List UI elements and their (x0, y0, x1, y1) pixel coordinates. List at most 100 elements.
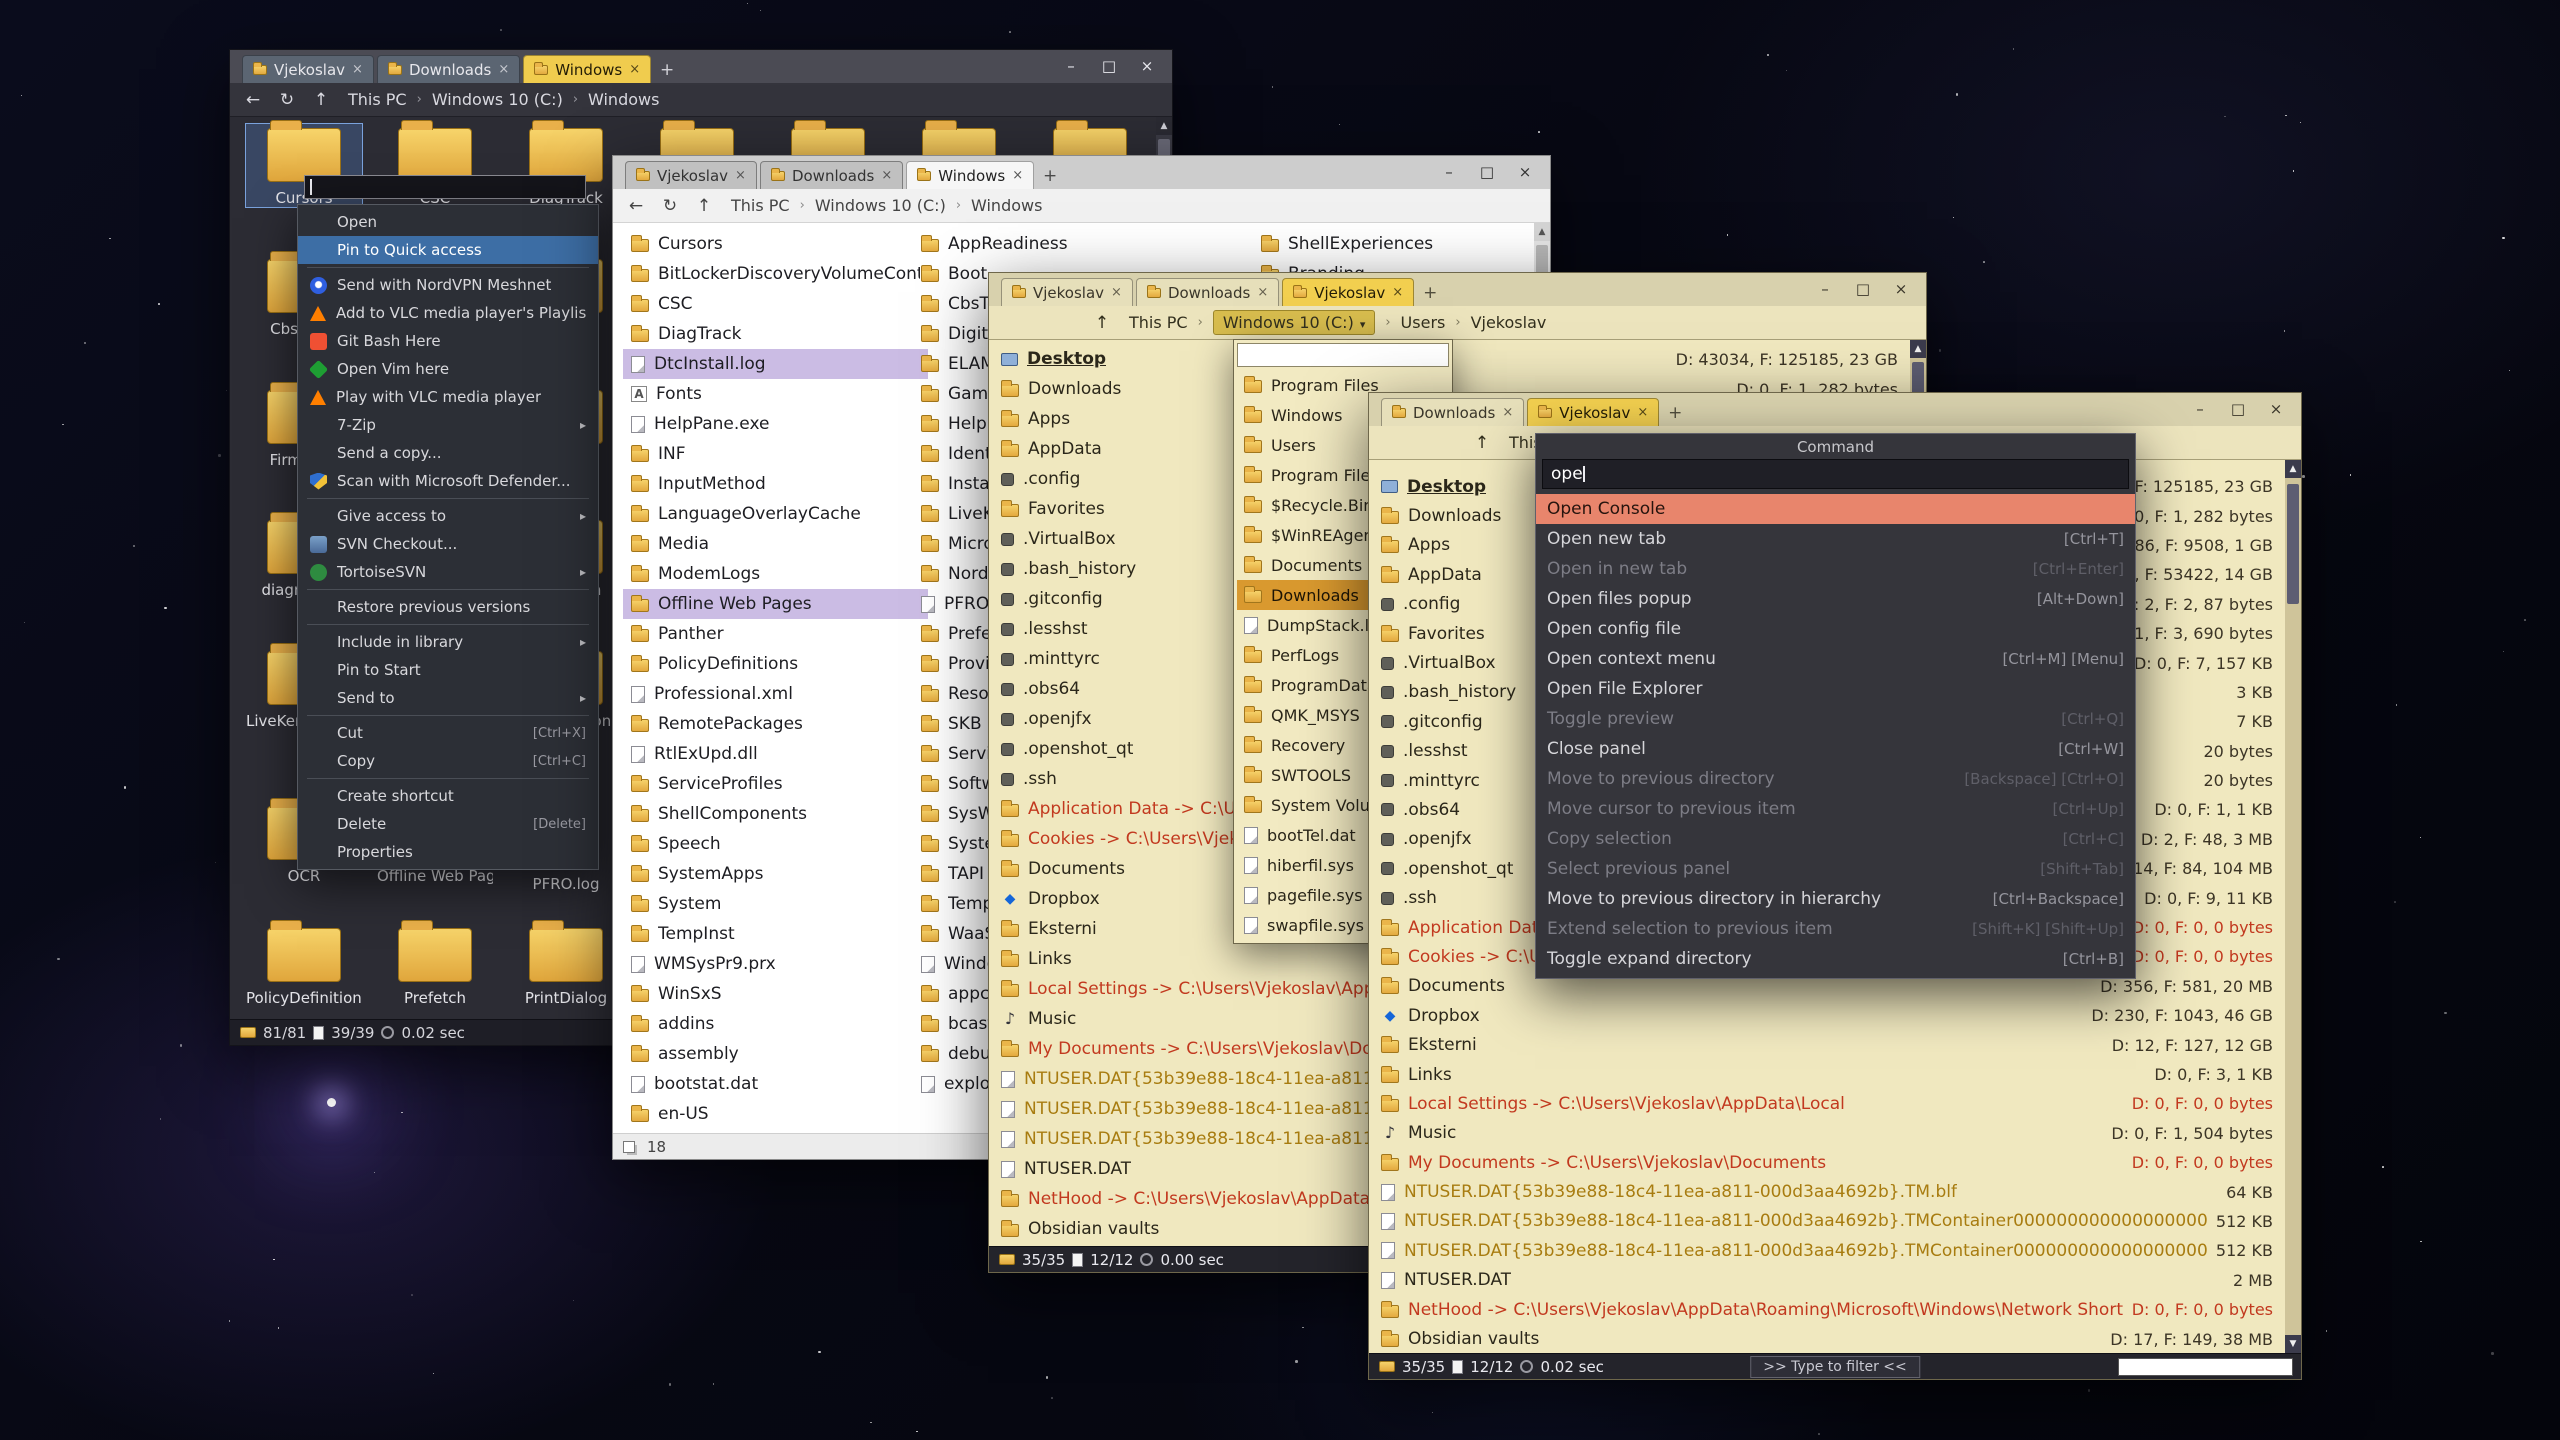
file-row-wmsyspr9-prx[interactable]: WMSysPr9.prx (623, 949, 928, 979)
tab-downloads[interactable]: Downloads× (1136, 278, 1279, 306)
breadcrumb-windows[interactable]: Windows (588, 90, 659, 109)
file-row-en-us[interactable]: en-US (623, 1099, 928, 1129)
close-button[interactable]: × (2257, 397, 2295, 422)
command-move-to-previous-directory[interactable]: Move to previous directory[Backspace] [C… (1536, 764, 2135, 794)
menu-item-open-vim-here[interactable]: Open Vim here (298, 355, 598, 383)
new-tab-button[interactable]: + (1037, 163, 1063, 189)
file-row-shellexperiences[interactable]: ShellExperiences (1253, 229, 1550, 259)
win2-titlebar[interactable]: Vjekoslav×Downloads×Windows×+ –□× (613, 156, 1550, 189)
breadcrumb-this-pc[interactable]: This PC (731, 196, 790, 215)
breadcrumb-users[interactable]: Users (1401, 313, 1446, 332)
file-row-ntuser-dat[interactable]: NTUSER.DAT2 MB (1369, 1266, 2285, 1295)
menu-item-svn-checkout[interactable]: SVN Checkout... (298, 530, 598, 558)
file-row-cursors[interactable]: Cursors (623, 229, 928, 259)
win1-titlebar[interactable]: Vjekoslav×Downloads×Windows×+ –□× (230, 50, 1172, 83)
command-select-previous-panel[interactable]: Select previous panel[Shift+Tab] (1536, 854, 2135, 884)
refresh-button[interactable]: ↻ (274, 90, 300, 110)
file-row-assembly[interactable]: assembly (623, 1039, 928, 1069)
breadcrumb-windows[interactable]: Windows (971, 196, 1042, 215)
file-row-bitlockerdiscoveryvolumecontents[interactable]: BitLockerDiscoveryVolumeContents (623, 259, 928, 289)
file-row-dtcinstall-log[interactable]: DtcInstall.log (623, 349, 928, 379)
tab-vjekoslav[interactable]: Vjekoslav× (1282, 278, 1414, 306)
tab-windows[interactable]: Windows× (523, 55, 651, 83)
tab-close-icon[interactable]: × (1012, 168, 1023, 183)
file-row-winsxs[interactable]: WinSxS (623, 979, 928, 1009)
close-button[interactable]: × (1882, 277, 1920, 302)
menu-item-add-to-vlc-media-player-s-playlist[interactable]: Add to VLC media player's Playlist (298, 299, 598, 327)
breadcrumb-this-pc[interactable]: This PC (348, 90, 407, 109)
file-row-rtlexupd-dll[interactable]: RtlExUpd.dll (623, 739, 928, 769)
maximize-button[interactable]: □ (1468, 160, 1506, 185)
menu-item-pin-to-quick-access[interactable]: Pin to Quick access (298, 236, 598, 264)
file-row-dropbox[interactable]: ◆DropboxD: 230, F: 1043, 46 GB (1369, 1001, 2285, 1030)
breadcrumb-windows-10-c[interactable]: Windows 10 (C:) (432, 90, 563, 109)
dropdown-filter-input[interactable] (1237, 343, 1449, 367)
file-row-local-settings[interactable]: Local Settings -> C:\Users\Vjekoslav\App… (1369, 1089, 2285, 1118)
up-button[interactable]: ↑ (1089, 313, 1115, 333)
tab-close-icon[interactable]: × (1257, 285, 1268, 300)
file-row-policydefinitions[interactable]: PolicyDefinitions (623, 649, 928, 679)
win3-titlebar[interactable]: Vjekoslav×Downloads×Vjekoslav×+ –□× (989, 273, 1926, 306)
scroll-thumb[interactable] (2287, 484, 2299, 604)
tab-vjekoslav[interactable]: Vjekoslav× (625, 161, 757, 189)
menu-item-properties[interactable]: Properties (298, 838, 598, 866)
command-open-context-menu[interactable]: Open context menu[Ctrl+M] [Menu] (1536, 644, 2135, 674)
back-button[interactable]: ← (240, 90, 266, 110)
menu-item-send-with-nordvpn-meshnet[interactable]: Send with NordVPN Meshnet (298, 271, 598, 299)
command-extend-selection-to-previous-item[interactable]: Extend selection to previous item[Shift+… (1536, 914, 2135, 944)
menu-item-cut[interactable]: Cut[Ctrl+X] (298, 719, 598, 747)
file-row-nethood[interactable]: NetHood -> C:\Users\Vjekoslav\AppData\Ro… (1369, 1295, 2285, 1324)
tab-vjekoslav[interactable]: Vjekoslav× (1527, 398, 1659, 426)
menu-item-play-with-vlc-media-player[interactable]: Play with VLC media player (298, 383, 598, 411)
tab-close-icon[interactable]: × (1392, 285, 1403, 300)
file-row-serviceprofiles[interactable]: ServiceProfiles (623, 769, 928, 799)
file-row-media[interactable]: Media (623, 529, 928, 559)
back-button[interactable]: ← (623, 196, 649, 216)
file-row-ntuser-dat-53b39e88-18c4-11ea-a811-000d3aa4692b-tm-blf[interactable]: NTUSER.DAT{53b39e88-18c4-11ea-a811-000d3… (1369, 1177, 2285, 1206)
file-row-shellcomponents[interactable]: ShellComponents (623, 799, 928, 829)
file-row-appreadiness[interactable]: AppReadiness (913, 229, 1218, 259)
menu-item-send-to[interactable]: Send to▸ (298, 684, 598, 712)
command-toggle-preview[interactable]: Toggle preview[Ctrl+Q] (1536, 704, 2135, 734)
tab-close-icon[interactable]: × (352, 62, 363, 77)
file-row-systemapps[interactable]: SystemApps (623, 859, 928, 889)
tab-close-icon[interactable]: × (629, 62, 640, 77)
file-row-obsidian-vaults[interactable]: Obsidian vaultsD: 17, F: 149, 38 MB (1369, 1324, 2285, 1353)
up-button[interactable]: ↑ (1469, 433, 1495, 453)
command-open-config-file[interactable]: Open config file (1536, 614, 2135, 644)
close-button[interactable]: × (1506, 160, 1544, 185)
file-row-inputmethod[interactable]: InputMethod (623, 469, 928, 499)
file-row-inf[interactable]: INF (623, 439, 928, 469)
win4-titlebar[interactable]: Downloads×Vjekoslav×+ –□× (1369, 393, 2301, 426)
menu-item-restore-previous-versions[interactable]: Restore previous versions (298, 593, 598, 621)
scroll-up-icon[interactable]: ▲ (1534, 223, 1550, 241)
file-row-csc[interactable]: CSC (623, 289, 928, 319)
menu-item-scan-with-microsoft-defender[interactable]: Scan with Microsoft Defender... (298, 467, 598, 495)
breadcrumb-vjekoslav[interactable]: Vjekoslav (1471, 313, 1547, 332)
breadcrumb-windows-10-c[interactable]: Windows 10 (C:)▾ (1213, 310, 1376, 335)
menu-item-7-zip[interactable]: 7-Zip▸ (298, 411, 598, 439)
menu-item-send-a-copy[interactable]: Send a copy... (298, 439, 598, 467)
menu-item-tortoisesvn[interactable]: TortoiseSVN▸ (298, 558, 598, 586)
win4-scrollbar[interactable]: ▲▼ (2285, 460, 2301, 1353)
grid-item-prefetch[interactable]: Prefetch (377, 924, 493, 1007)
status-filter-input[interactable] (2118, 1358, 2293, 1376)
new-tab-button[interactable]: + (1662, 400, 1688, 426)
file-row-my-documents[interactable]: My Documents -> C:\Users\Vjekoslav\Docum… (1369, 1148, 2285, 1177)
command-input[interactable]: ope (1542, 459, 2129, 489)
tab-close-icon[interactable]: × (498, 62, 509, 77)
command-open-in-new-tab[interactable]: Open in new tab[Ctrl+Enter] (1536, 554, 2135, 584)
breadcrumb-this-pc[interactable]: This PC (1129, 313, 1188, 332)
tab-downloads[interactable]: Downloads× (1381, 398, 1524, 426)
file-row-system[interactable]: System (623, 889, 928, 919)
command-copy-selection[interactable]: Copy selection[Ctrl+C] (1536, 824, 2135, 854)
tab-close-icon[interactable]: × (1637, 405, 1648, 420)
file-row-modemlogs[interactable]: ModemLogs (623, 559, 928, 589)
tab-close-icon[interactable]: × (881, 168, 892, 183)
tab-vjekoslav[interactable]: Vjekoslav× (242, 55, 374, 83)
file-row-ntuser-dat-53b39e88-18c4-11ea-a811-000d3aa4692b-tmcontainer00000000000000000001-regtrans-ms[interactable]: NTUSER.DAT{53b39e88-18c4-11ea-a811-000d3… (1369, 1207, 2285, 1236)
file-row-bootstat-dat[interactable]: bootstat.dat (623, 1069, 928, 1099)
file-row-speech[interactable]: Speech (623, 829, 928, 859)
file-row-fonts[interactable]: AFonts (623, 379, 928, 409)
file-row-music[interactable]: ♪MusicD: 0, F: 1, 504 bytes (1369, 1119, 2285, 1148)
